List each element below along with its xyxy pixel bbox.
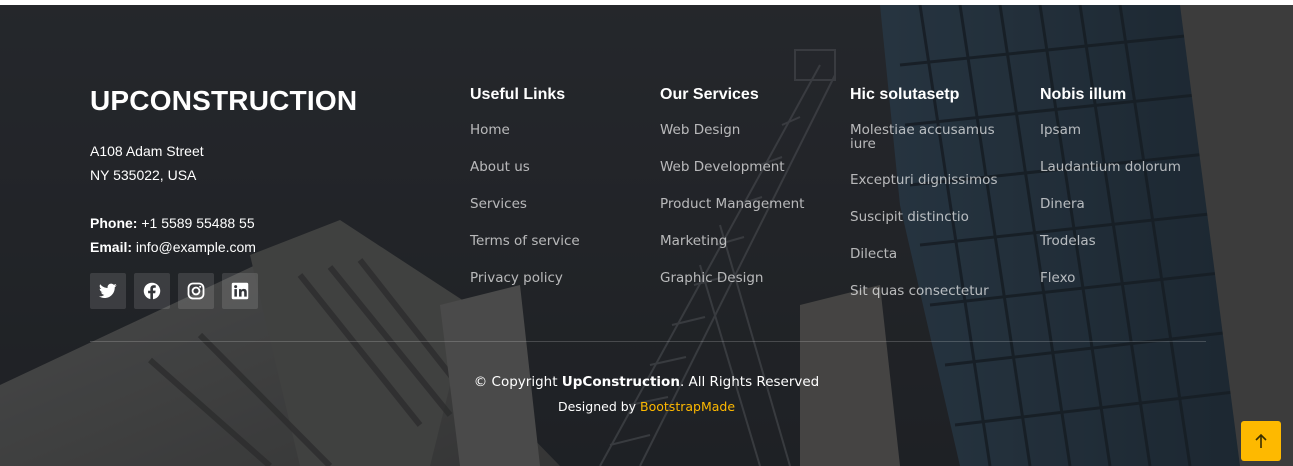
link-list: Web Design Web Development Product Manag…: [660, 123, 804, 286]
email-value: info@example.com: [135, 239, 256, 255]
footer-divider: [90, 341, 1206, 342]
footer-link-web-development[interactable]: Web Development: [660, 160, 804, 175]
site-footer: UPCONSTRUCTION A108 Adam Street NY 53502…: [0, 5, 1293, 466]
twitter-icon: [99, 283, 117, 298]
column-title: Nobis illum: [1040, 86, 1127, 103]
footer-link-privacy-policy[interactable]: Privacy policy: [470, 271, 580, 286]
column-title: Useful Links: [470, 86, 566, 103]
link-list: Home About us Services Terms of service …: [470, 123, 580, 286]
footer-link-suscipit-distinctio[interactable]: Suscipit distinctio: [850, 210, 1010, 225]
footer-contact: Phone: +1 5589 55488 55 Email: info@exam…: [90, 211, 256, 259]
footer-link-marketing[interactable]: Marketing: [660, 234, 804, 249]
phone-line: Phone: +1 5589 55488 55: [90, 211, 256, 235]
address-line-2: NY 535022, USA: [90, 167, 197, 183]
hic-solutasetp-column: Hic solutasetp Molestiae accusamus iure …: [850, 85, 1010, 321]
footer-link-home[interactable]: Home: [470, 123, 580, 138]
footer-link-web-design[interactable]: Web Design: [660, 123, 804, 138]
footer-link-services[interactable]: Services: [470, 197, 580, 212]
copyright-brand: UpConstruction: [561, 374, 680, 390]
nobis-illum-column: Nobis illum Ipsam Laudantium dolorum Din…: [1040, 85, 1181, 308]
footer-link-ipsam[interactable]: Ipsam: [1040, 123, 1181, 138]
copyright-text: © Copyright UpConstruction. All Rights R…: [0, 374, 1293, 390]
footer-link-excepturi-dignissimos[interactable]: Excepturi dignissimos: [850, 173, 1010, 188]
linkedin-icon: [231, 282, 249, 300]
footer-link-molestiae-accusamus-iure[interactable]: Molestiae accusamus iure: [850, 123, 1010, 151]
instagram-button[interactable]: [178, 273, 214, 309]
twitter-button[interactable]: [90, 273, 126, 309]
footer-link-laudantium-dolorum[interactable]: Laudantium dolorum: [1040, 160, 1181, 175]
linkedin-button[interactable]: [222, 273, 258, 309]
phone-label: Phone:: [90, 215, 138, 231]
footer-link-product-management[interactable]: Product Management: [660, 197, 804, 212]
facebook-button[interactable]: [134, 273, 170, 309]
footer-link-graphic-design[interactable]: Graphic Design: [660, 271, 804, 286]
footer-link-terms-of-service[interactable]: Terms of service: [470, 234, 580, 249]
footer-address: A108 Adam Street NY 535022, USA: [90, 139, 204, 187]
link-list: Molestiae accusamus iure Excepturi digni…: [850, 123, 1010, 299]
footer-link-flexo[interactable]: Flexo: [1040, 271, 1181, 286]
copyright-prefix: © Copyright: [473, 374, 562, 390]
footer-link-trodelas[interactable]: Trodelas: [1040, 234, 1181, 249]
credits-prefix: Designed by: [557, 399, 641, 414]
footer-content: UPCONSTRUCTION A108 Adam Street NY 53502…: [0, 5, 1293, 466]
email-line: Email: info@example.com: [90, 235, 256, 259]
social-links: [90, 273, 258, 309]
footer-logo[interactable]: UPCONSTRUCTION: [90, 85, 357, 117]
our-services-column: Our Services Web Design Web Development …: [660, 85, 804, 308]
instagram-icon: [187, 282, 205, 300]
arrow-up-icon: [1255, 433, 1267, 448]
useful-links-column: Useful Links Home About us Services Term…: [470, 85, 580, 308]
email-label: Email:: [90, 239, 133, 255]
footer-link-dilecta[interactable]: Dilecta: [850, 247, 1010, 262]
link-list: Ipsam Laudantium dolorum Dinera Trodelas…: [1040, 123, 1181, 286]
column-title: Hic solutasetp: [850, 86, 960, 103]
scroll-to-top-button[interactable]: [1241, 421, 1281, 461]
footer-link-dinera[interactable]: Dinera: [1040, 197, 1181, 212]
copyright-suffix: . All Rights Reserved: [679, 374, 820, 390]
bootstrapmade-link[interactable]: BootstrapMade: [640, 399, 735, 414]
column-title: Our Services: [660, 86, 759, 103]
footer-link-sit-quas-consectetur[interactable]: Sit quas consectetur: [850, 284, 1010, 299]
facebook-icon: [143, 282, 161, 300]
phone-value: +1 5589 55488 55: [141, 215, 255, 231]
credits-text: Designed by BootstrapMade: [0, 399, 1293, 414]
address-line-1: A108 Adam Street: [90, 143, 204, 159]
footer-link-about-us[interactable]: About us: [470, 160, 580, 175]
